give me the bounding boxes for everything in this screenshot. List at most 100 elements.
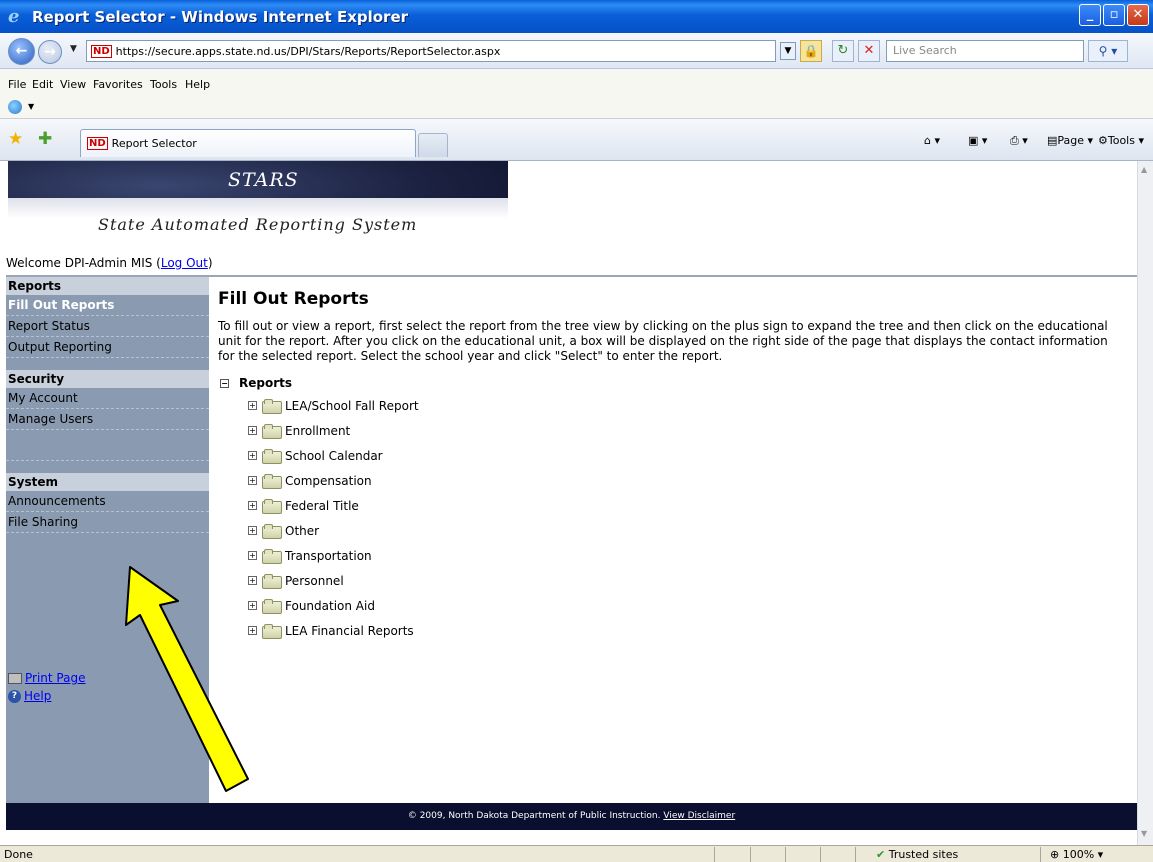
help-icon[interactable]: ? xyxy=(8,689,21,703)
menu-favorites[interactable]: Favorites xyxy=(93,78,143,91)
sidebar-item-manage-users[interactable]: Manage Users xyxy=(6,409,209,430)
footer-copyright: © 2009, North Dakota Department of Publi… xyxy=(407,811,661,821)
status-separator xyxy=(714,847,715,862)
sidebar-item-file-sharing[interactable]: File Sharing xyxy=(6,512,209,533)
tree-node[interactable]: + Personnel xyxy=(218,568,1138,593)
new-tab-button[interactable] xyxy=(418,133,448,157)
tree-node-label[interactable]: School Calendar xyxy=(285,449,383,463)
page-title: Fill Out Reports xyxy=(218,289,369,309)
tree-node[interactable]: + Other xyxy=(218,518,1138,543)
expand-icon[interactable]: + xyxy=(248,526,257,535)
tree-node-label[interactable]: Foundation Aid xyxy=(285,599,375,613)
vertical-scrollbar[interactable]: ▲ ▼ xyxy=(1137,161,1153,845)
tree-node[interactable]: + Compensation xyxy=(218,468,1138,493)
page-viewport: STARS State Automated Reporting System W… xyxy=(0,161,1137,845)
close-button[interactable]: ✕ xyxy=(1127,4,1149,26)
tree-node-label[interactable]: Compensation xyxy=(285,474,372,488)
menu-view[interactable]: View xyxy=(60,78,86,91)
printer-icon[interactable] xyxy=(8,672,22,684)
tree-node[interactable]: + Foundation Aid xyxy=(218,593,1138,618)
menu-file[interactable]: File xyxy=(8,78,26,91)
tools-menu-button[interactable]: ⚙ Tools ▾ xyxy=(1098,134,1144,147)
favorites-star-icon[interactable]: ★ xyxy=(8,129,23,149)
search-icon[interactable]: ⚲ ▾ xyxy=(1088,40,1128,62)
security-zone[interactable]: ✔ Trusted sites xyxy=(876,848,958,861)
status-bar: Done ✔ Trusted sites ⊕ 100% ▾ xyxy=(0,845,1153,862)
scroll-down-icon[interactable]: ▼ xyxy=(1141,829,1151,839)
tree-node-label[interactable]: Personnel xyxy=(285,574,344,588)
tree-node-label[interactable]: LEA Financial Reports xyxy=(285,624,414,638)
status-separator xyxy=(750,847,751,862)
folder-icon xyxy=(262,399,282,414)
tree-node[interactable]: + LEA Financial Reports xyxy=(218,618,1138,643)
address-bar[interactable]: ND https://secure.apps.state.nd.us/DPI/S… xyxy=(86,40,776,62)
tree-node[interactable]: + Enrollment xyxy=(218,418,1138,443)
sidebar-utility-links: Print Page ? Help xyxy=(8,671,85,707)
folder-icon xyxy=(262,624,282,639)
tree-root[interactable]: − Reports xyxy=(218,373,1138,393)
tree-node[interactable]: + Transportation xyxy=(218,543,1138,568)
zoom-control[interactable]: ⊕ 100% ▾ xyxy=(1050,848,1103,861)
welcome-message: Welcome DPI-Admin MIS (Log Out) xyxy=(6,256,213,270)
ie-logo-icon: e xyxy=(8,5,20,27)
print-icon[interactable]: ⎙ ▾ xyxy=(1010,134,1028,148)
sidebar-item-fill-out-reports[interactable]: Fill Out Reports xyxy=(6,295,209,316)
tree-node-label[interactable]: Transportation xyxy=(285,549,372,563)
tree-node[interactable]: + Federal Title xyxy=(218,493,1138,518)
expand-icon[interactable]: + xyxy=(248,426,257,435)
maximize-button[interactable]: ▫ xyxy=(1103,4,1125,26)
window-title: Report Selector - Windows Internet Explo… xyxy=(32,7,409,26)
tab-favicon-icon: ND xyxy=(87,137,108,150)
collapse-icon[interactable]: − xyxy=(220,378,229,388)
forward-button[interactable]: → xyxy=(38,40,62,64)
tree-node[interactable]: + School Calendar xyxy=(218,443,1138,468)
welcome-suffix: ) xyxy=(207,256,213,270)
expand-icon[interactable]: + xyxy=(248,501,257,510)
help-link[interactable]: Help xyxy=(24,689,51,703)
sidebar-item-report-status[interactable]: Report Status xyxy=(6,316,209,337)
tab-report-selector[interactable]: ND Report Selector xyxy=(80,129,416,157)
tree-node-label[interactable]: LEA/School Fall Report xyxy=(285,399,419,413)
status-separator xyxy=(785,847,786,862)
tree-node[interactable]: + LEA/School Fall Report xyxy=(218,393,1138,418)
menu-edit[interactable]: Edit xyxy=(32,78,53,91)
links-globe-icon[interactable] xyxy=(8,100,22,114)
stop-icon[interactable]: ✕ xyxy=(858,40,880,62)
sidebar-item-announcements[interactable]: Announcements xyxy=(6,491,209,512)
address-url[interactable]: https://secure.apps.state.nd.us/DPI/Star… xyxy=(116,45,501,58)
refresh-icon[interactable]: ↻ xyxy=(832,40,854,62)
scroll-up-icon[interactable]: ▲ xyxy=(1141,165,1151,175)
logout-link[interactable]: Log Out xyxy=(161,256,208,270)
tree-root-label[interactable]: Reports xyxy=(239,376,292,390)
tree-node-label[interactable]: Enrollment xyxy=(285,424,350,438)
page-menu-button[interactable]: ▤ Page ▾ xyxy=(1047,134,1093,147)
tree-node-label[interactable]: Federal Title xyxy=(285,499,359,513)
expand-icon[interactable]: + xyxy=(248,551,257,560)
menu-help[interactable]: Help xyxy=(185,78,210,91)
search-input[interactable]: Live Search xyxy=(886,40,1084,62)
add-favorites-icon[interactable]: ✚ xyxy=(38,129,52,149)
lock-icon[interactable]: 🔒 xyxy=(800,40,822,62)
sidebar-spacer xyxy=(6,430,209,461)
sidebar-item-my-account[interactable]: My Account xyxy=(6,388,209,409)
print-page-link[interactable]: Print Page xyxy=(25,671,85,685)
menu-tools[interactable]: Tools xyxy=(150,78,177,91)
expand-icon[interactable]: + xyxy=(248,451,257,460)
tree-node-label[interactable]: Other xyxy=(285,524,319,538)
links-dropdown-icon[interactable]: ▼ xyxy=(28,102,34,111)
folder-icon xyxy=(262,549,282,564)
status-separator xyxy=(1040,847,1041,862)
address-dropdown-icon[interactable]: ▼ xyxy=(780,42,796,60)
history-dropdown-icon[interactable]: ▼ xyxy=(70,44,77,54)
help-row: ? Help xyxy=(8,689,85,703)
minimize-button[interactable]: _ xyxy=(1079,4,1101,26)
expand-icon[interactable]: + xyxy=(248,476,257,485)
expand-icon[interactable]: + xyxy=(248,401,257,410)
home-icon[interactable]: ⌂ ▾ xyxy=(924,134,940,147)
folder-icon xyxy=(262,524,282,539)
status-separator xyxy=(855,847,856,862)
back-button[interactable]: ← xyxy=(8,38,35,65)
feeds-icon[interactable]: ▣ ▾ xyxy=(968,134,987,147)
view-disclaimer-link[interactable]: View Disclaimer xyxy=(663,811,735,821)
sidebar-item-output-reporting[interactable]: Output Reporting xyxy=(6,337,209,358)
